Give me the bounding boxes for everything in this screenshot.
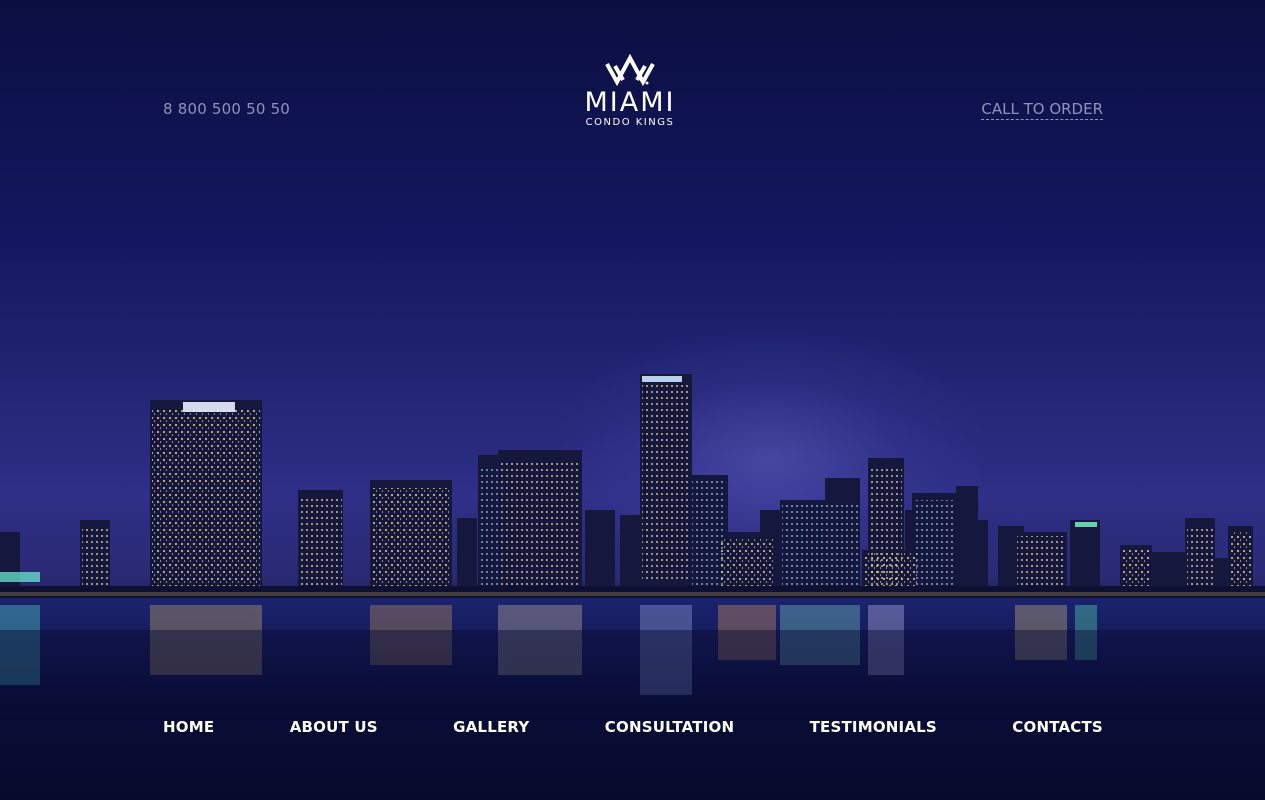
nav-item-testimonials[interactable]: TESTIMONIALS xyxy=(810,718,937,736)
nav-item-home[interactable]: HOME xyxy=(163,718,214,736)
nav-item-gallery[interactable]: GALLERY xyxy=(453,718,529,736)
crown-icon xyxy=(605,53,655,87)
main-nav: HOME ABOUT US GALLERY CONSULTATION TESTI… xyxy=(163,718,1103,736)
nav-item-contacts[interactable]: CONTACTS xyxy=(1012,718,1103,736)
nav-item-about-us[interactable]: ABOUT US xyxy=(290,718,378,736)
hero-section: 8 800 500 50 50 MIAMI CONDO KINGS CALL T… xyxy=(0,0,1265,800)
call-to-order-link[interactable]: CALL TO ORDER xyxy=(981,100,1103,120)
logo-text-main: MIAMI xyxy=(584,87,676,118)
nav-item-consultation[interactable]: CONSULTATION xyxy=(605,718,734,736)
site-logo[interactable]: MIAMI CONDO KINGS xyxy=(565,52,695,136)
phone-number: 8 800 500 50 50 xyxy=(163,100,291,118)
city-skyline-image xyxy=(0,374,1265,720)
logo-text-sub: CONDO KINGS xyxy=(585,117,675,128)
